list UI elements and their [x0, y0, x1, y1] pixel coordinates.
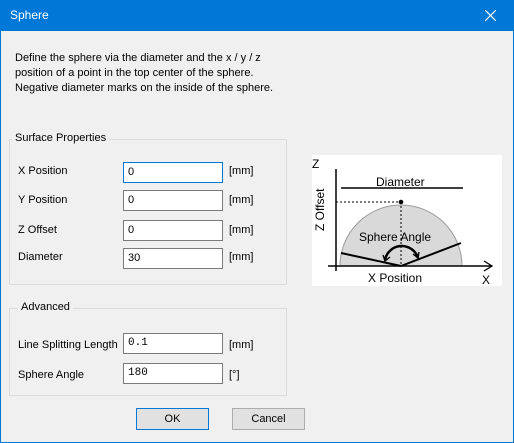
x-position-label: X Position — [18, 165, 68, 177]
intro-line: Negative diameter marks on the inside of… — [15, 82, 274, 94]
advanced-title: Advanced — [18, 301, 73, 313]
title-bar: Sphere — [0, 0, 514, 31]
intro-line: position of a point in the top center of… — [15, 67, 254, 79]
surface-properties-title: Surface Properties — [12, 132, 110, 144]
z-offset-unit: [mm] — [229, 224, 254, 236]
z-offset-input[interactable]: 0 — [123, 220, 223, 241]
diameter-label: Diameter — [18, 251, 63, 263]
sphere-angle-input[interactable]: 180 — [123, 363, 223, 384]
y-position-label: Y Position — [18, 194, 68, 206]
diameter-diagram-label: Diameter — [376, 175, 425, 189]
sphere-angle-label: Sphere Angle — [18, 369, 85, 381]
x-axis-label: X — [482, 273, 490, 286]
line-splitting-length-label: Line Splitting Length — [18, 339, 118, 351]
cancel-button[interactable]: Cancel — [232, 408, 305, 430]
close-button[interactable] — [468, 0, 514, 31]
y-position-unit: [mm] — [229, 194, 254, 206]
window-title: Sphere — [10, 8, 49, 22]
z-offset-diagram-label: Z Offset — [313, 188, 327, 231]
sphere-diagram-figure: Z Z Offset Diameter Sphere Angle X Posit… — [312, 157, 494, 287]
sphere-angle-diagram-label: Sphere Angle — [359, 230, 431, 244]
line-splitting-length-unit: [mm] — [229, 339, 254, 351]
x-position-input[interactable]: 0 — [123, 162, 223, 183]
z-axis-label: Z — [312, 157, 319, 171]
intro-text: Define the sphere via the diameter and t… — [15, 51, 315, 96]
y-position-input[interactable]: 0 — [123, 190, 223, 211]
ok-button[interactable]: OK — [136, 408, 209, 430]
sphere-diagram: Z Z Offset Diameter Sphere Angle X Posit… — [312, 155, 502, 287]
close-icon — [485, 10, 496, 21]
diameter-unit: [mm] — [229, 251, 254, 263]
x-position-unit: [mm] — [229, 165, 254, 177]
sphere-angle-unit: [°] — [229, 369, 240, 381]
intro-line: Define the sphere via the diameter and t… — [15, 52, 261, 64]
diameter-input[interactable]: 30 — [123, 248, 223, 269]
z-offset-label: Z Offset — [18, 224, 57, 236]
x-position-diagram-label: X Position — [368, 271, 422, 285]
line-splitting-length-input[interactable]: 0.1 — [123, 333, 223, 354]
